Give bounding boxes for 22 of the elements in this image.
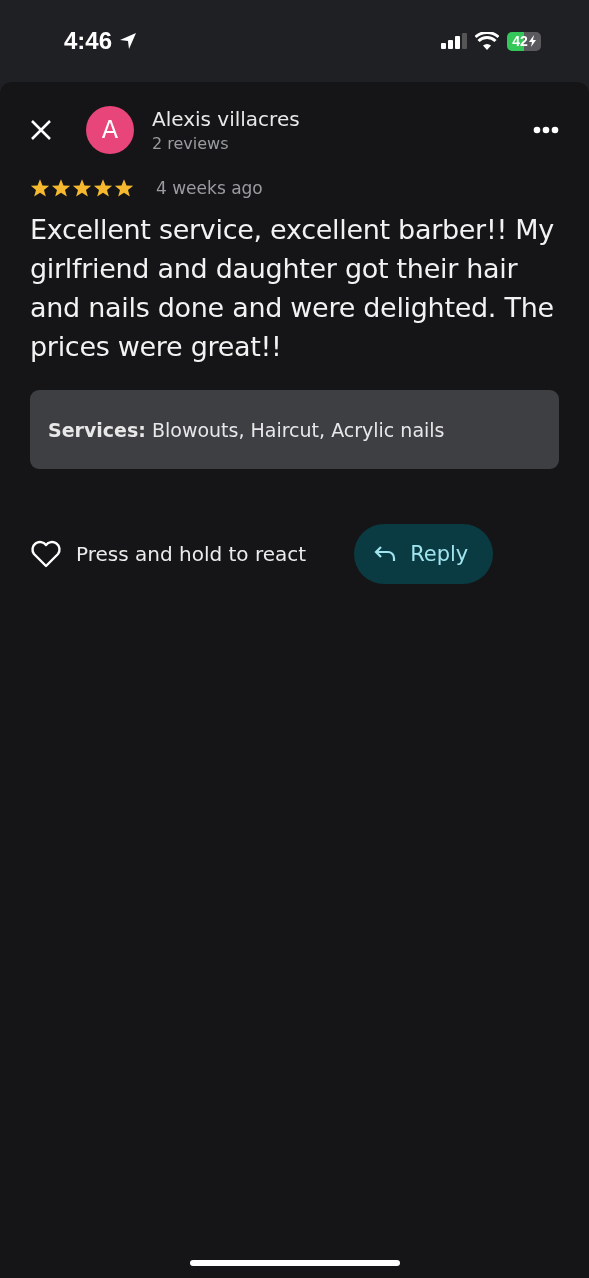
services-summary: Services: Blowouts, Haircut, Acrylic nails xyxy=(30,390,559,469)
heart-icon[interactable] xyxy=(30,540,62,568)
star-icon xyxy=(72,178,92,198)
author-name: Alexis villacres xyxy=(152,107,301,131)
wifi-icon xyxy=(475,32,499,50)
avatar: A xyxy=(86,106,134,154)
review-text: Excellent service, excellent barber!! My girlfriend and daughter got their hair and nails done and were delighted. The prices were great!! xyxy=(30,213,555,364)
close-button[interactable] xyxy=(30,119,52,141)
star-icon xyxy=(51,178,71,198)
signal-icon xyxy=(441,33,467,49)
review-count: 2 reviews xyxy=(152,134,230,153)
reply-arrow-icon xyxy=(374,545,397,563)
star-icon xyxy=(93,178,113,198)
time: 4:46 xyxy=(64,27,113,55)
react-hint: Press and hold to react xyxy=(76,542,307,566)
reply-button[interactable]: Reply xyxy=(354,524,494,584)
star-icon xyxy=(114,178,134,198)
star-icon xyxy=(30,178,50,198)
battery-indicator: 42 xyxy=(507,31,541,51)
location-arrow-icon xyxy=(118,31,139,51)
more-options-button[interactable] xyxy=(533,126,559,134)
review-date: 4 weeks ago xyxy=(156,178,263,198)
